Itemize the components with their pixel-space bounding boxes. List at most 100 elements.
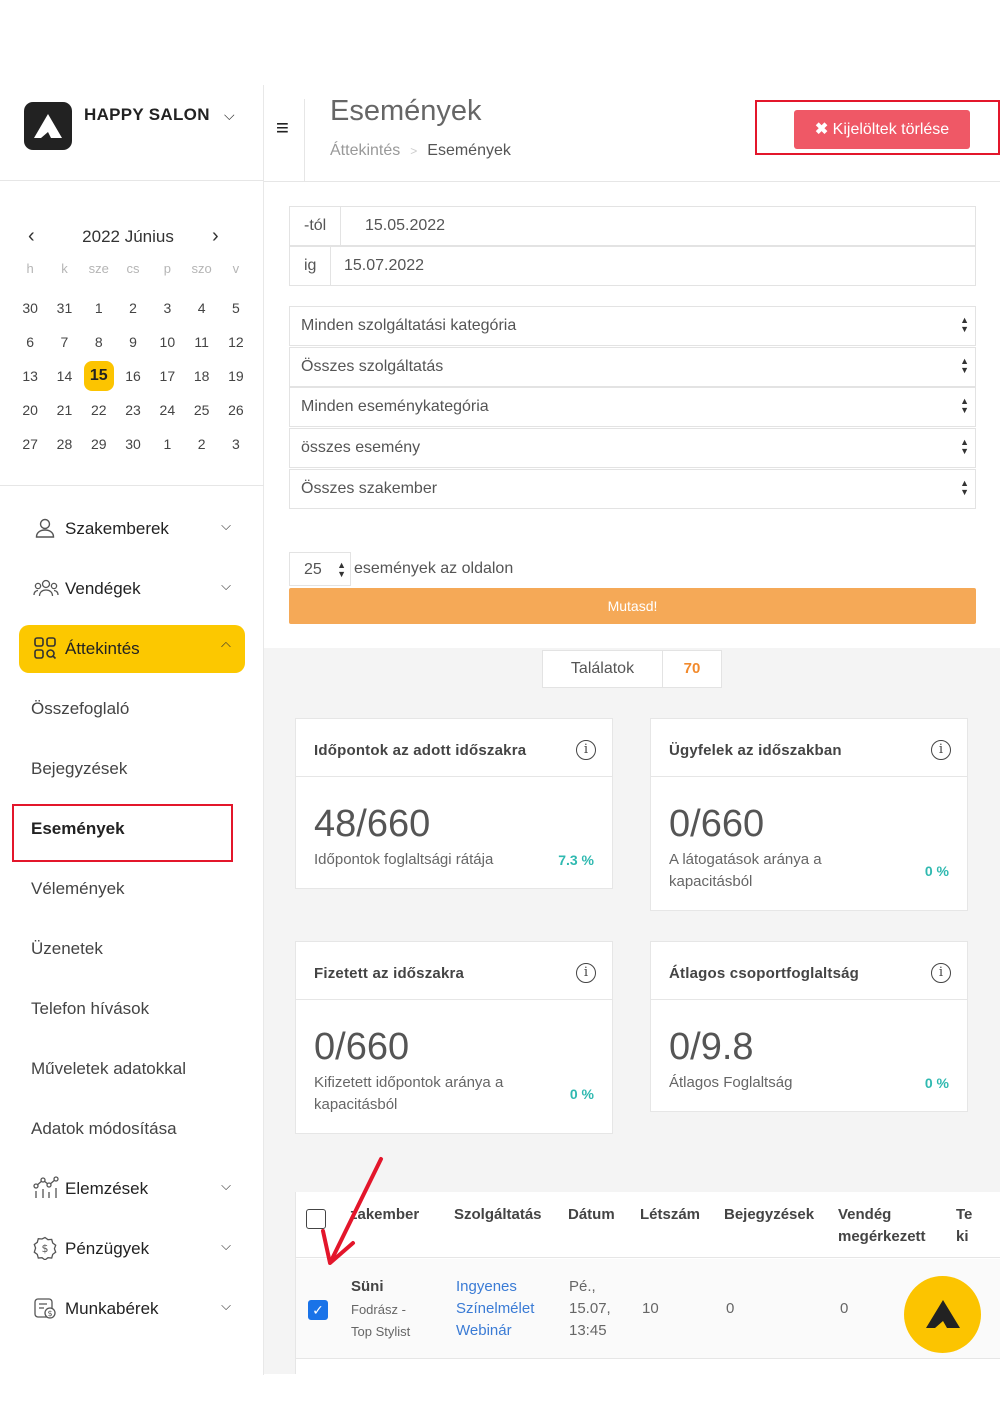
calendar-day[interactable]: 18	[184, 361, 218, 391]
chevron-right-icon[interactable]: ›	[212, 225, 219, 248]
calendar-day[interactable]: 9	[116, 327, 150, 357]
card-percent: 7.3 %	[558, 852, 594, 868]
calendar-day[interactable]: 15	[83, 361, 114, 391]
results-count: Találatok 70	[542, 650, 722, 688]
nav-sub-adatok-modositasa[interactable]: Adatok módosítása	[0, 1105, 264, 1153]
date-to-field[interactable]: ig 15.07.2022	[289, 246, 976, 286]
col-header-count[interactable]: Létszám	[640, 1204, 700, 1226]
date-to-value[interactable]: 15.07.2022	[344, 247, 424, 285]
calendar-day[interactable]: 7	[47, 327, 81, 357]
calendar-day[interactable]: 24	[150, 395, 184, 425]
calendar-day[interactable]: 20	[13, 395, 47, 425]
calendar-day[interactable]: 14	[47, 361, 81, 391]
row-checkbox[interactable]: ✓	[308, 1300, 328, 1320]
info-icon[interactable]: i	[576, 963, 596, 983]
calendar-day[interactable]: 21	[47, 395, 81, 425]
calendar-day[interactable]: 3	[219, 429, 253, 459]
page-title: Események	[330, 95, 482, 127]
nav-sub-telefon-hivasok[interactable]: Telefon hívások	[0, 985, 264, 1033]
calendar-day[interactable]: 5	[219, 293, 253, 323]
nav-sub-uzenetek[interactable]: Üzenetek	[0, 925, 264, 973]
money-icon: $	[33, 1236, 57, 1261]
card-description: Átlagos Foglaltság	[669, 1074, 793, 1091]
card-title: Átlagos csoportfoglaltság	[669, 965, 860, 982]
divider	[0, 485, 264, 486]
svg-text:$: $	[47, 1309, 52, 1318]
nav-item-penzugyek[interactable]: $ Pénzügyek ⌵	[19, 1225, 245, 1273]
event-select[interactable]: összes esemény ▲ ▼	[289, 428, 976, 468]
info-icon[interactable]: i	[931, 963, 951, 983]
per-page-select[interactable]: 25 ▲ ▼	[289, 552, 351, 586]
nav-sub-osszefoglalo[interactable]: Összefoglaló	[0, 685, 264, 733]
nav-sub-velemenyek[interactable]: Vélemények	[0, 865, 264, 913]
event-date: 15.07,	[569, 1300, 611, 1317]
calendar-day[interactable]: 13	[13, 361, 47, 391]
user-icon	[33, 516, 57, 540]
specialist-select[interactable]: Összes szakember ▲ ▼	[289, 469, 976, 509]
nav-label: Vendégek	[65, 579, 141, 598]
col-header-truncated[interactable]: Te ki	[956, 1204, 972, 1248]
analytics-icon	[33, 1176, 59, 1200]
nav-item-munkaberek[interactable]: $ Munkabérek ⌵	[19, 1285, 245, 1333]
floating-logo-button[interactable]	[904, 1276, 981, 1353]
col-header-entries[interactable]: Bejegyzések	[724, 1204, 814, 1226]
nav-item-vendegek[interactable]: Vendégek ⌵	[19, 565, 245, 613]
calendar-day[interactable]: 17	[150, 361, 184, 391]
calendar-day[interactable]: 25	[184, 395, 218, 425]
card-value: 0/660	[669, 803, 765, 845]
calendar-day[interactable]: 2	[116, 293, 150, 323]
service-link[interactable]: Színelmélet	[456, 1298, 534, 1320]
service-select[interactable]: Összes szolgáltatás ▲ ▼	[289, 347, 976, 387]
table-row[interactable]: ✓ Süni Fodrász - Top Stylist Ingyenes Sz…	[296, 1259, 1000, 1359]
show-button[interactable]: Mutasd!	[289, 588, 976, 624]
brand-header[interactable]: HAPPY SALON ⌵	[0, 85, 264, 181]
annotation-arrow-icon	[321, 1157, 383, 1265]
calendar-day[interactable]: 1	[82, 293, 116, 323]
calendar-day[interactable]: 27	[13, 429, 47, 459]
stat-card-group-occupancy: Átlagos csoportfoglaltság i 0/9.8 Átlagos…	[650, 941, 968, 1112]
calendar-day[interactable]: 2	[184, 429, 218, 459]
service-category-select[interactable]: Minden szolgáltatási kategória ▲ ▼	[289, 306, 976, 346]
specialist-name: Süni	[351, 1278, 384, 1295]
calendar-day[interactable]: 12	[219, 327, 253, 357]
calendar-day[interactable]: 10	[150, 327, 184, 357]
calendar-day[interactable]: 8	[82, 327, 116, 357]
calendar-day[interactable]: 23	[116, 395, 150, 425]
calendar-day[interactable]: 22	[82, 395, 116, 425]
calendar-day[interactable]: 26	[219, 395, 253, 425]
nav-item-attekintes[interactable]: Áttekintés ⌵	[19, 625, 245, 673]
calendar-day[interactable]: 19	[219, 361, 253, 391]
col-header-guest-arrived[interactable]: Vendég megérkezett	[838, 1204, 926, 1248]
service-link[interactable]: Ingyenes	[456, 1276, 517, 1298]
chevron-down-icon[interactable]: ⌵	[224, 107, 235, 124]
calendar-day[interactable]: 30	[13, 293, 47, 323]
calendar-day[interactable]: 4	[184, 293, 218, 323]
calendar-day[interactable]: 29	[82, 429, 116, 459]
event-category-select[interactable]: Minden eseménykategória ▲ ▼	[289, 387, 976, 427]
nav-item-elemzesek[interactable]: Elemzések ⌵	[19, 1165, 245, 1213]
hamburger-menu-icon[interactable]: ≡	[276, 115, 289, 141]
nav-sub-bejegyzesek[interactable]: Bejegyzések	[0, 745, 264, 793]
col-header-line: Te	[956, 1206, 973, 1223]
info-icon[interactable]: i	[576, 740, 596, 760]
date-from-value[interactable]: 15.05.2022	[365, 207, 445, 245]
nav-sub-label: Üzenetek	[31, 939, 103, 958]
col-header-date[interactable]: Dátum	[568, 1204, 615, 1226]
nav-sub-muveletek-adatokkal[interactable]: Műveletek adatokkal	[0, 1045, 264, 1093]
calendar-day[interactable]: 30	[116, 429, 150, 459]
col-header-service[interactable]: Szolgáltatás	[454, 1204, 542, 1226]
calendar-day[interactable]: 11	[184, 327, 218, 357]
date-from-field[interactable]: -tól 15.05.2022	[289, 206, 976, 246]
nav-item-szakemberek[interactable]: Szakemberek ⌵	[19, 505, 245, 553]
info-icon[interactable]: i	[931, 740, 951, 760]
calendar-day[interactable]: 3	[150, 293, 184, 323]
salon-name: HAPPY SALON	[84, 105, 210, 124]
calendar-day[interactable]: 31	[47, 293, 81, 323]
calendar-day[interactable]: 1	[150, 429, 184, 459]
calendar-day[interactable]: 28	[47, 429, 81, 459]
service-link[interactable]: Webinár	[456, 1320, 512, 1342]
breadcrumb-current: Események	[427, 142, 511, 159]
calendar-day[interactable]: 6	[13, 327, 47, 357]
breadcrumb-item[interactable]: Áttekintés	[330, 142, 400, 159]
calendar-day[interactable]: 16	[116, 361, 150, 391]
